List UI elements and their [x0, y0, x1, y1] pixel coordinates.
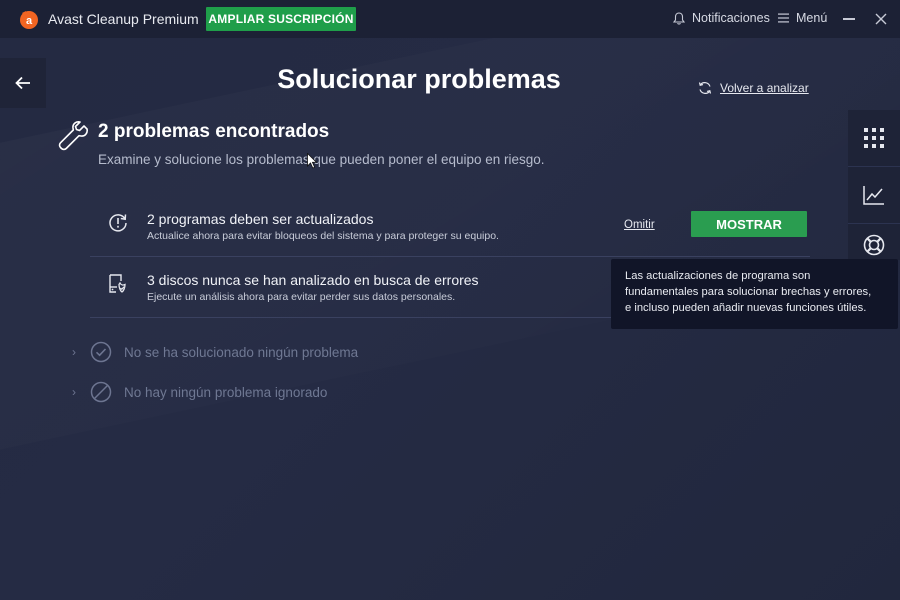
- hamburger-icon: [778, 13, 789, 23]
- refresh-icon: [698, 82, 712, 94]
- issue-title: 2 programas deben ser actualizados: [147, 211, 374, 227]
- tooltip-line: fundamentales para solucionar brechas y …: [625, 286, 872, 298]
- app-window: a Avast Cleanup Premium AMPLIAR SUSCRIPC…: [0, 0, 900, 600]
- section-label: No hay ningún problema ignorado: [124, 384, 328, 400]
- rescan-link[interactable]: Volver a analizar: [697, 80, 809, 96]
- side-panel: [848, 110, 900, 260]
- blocked-circle-icon: [90, 381, 112, 403]
- performance-button[interactable]: [848, 167, 900, 223]
- upgrade-subscription-button[interactable]: AMPLIAR SUSCRIPCIÓN: [206, 7, 356, 31]
- issue-description: Actualice ahora para evitar bloqueos del…: [147, 230, 499, 242]
- disk-check-icon: [109, 274, 126, 293]
- problems-found-title: 2 problemas encontrados: [98, 121, 330, 142]
- grid-icon: [864, 128, 884, 148]
- app-title: Avast Cleanup Premium: [48, 11, 199, 27]
- rescan-label: Volver a analizar: [720, 81, 809, 95]
- menu-button[interactable]: Menú: [778, 11, 827, 25]
- divider: [90, 256, 810, 257]
- show-button[interactable]: MOSTRAR: [691, 211, 807, 237]
- bell-icon: [673, 11, 685, 25]
- notifications-label: Notificaciones: [692, 11, 770, 25]
- tooltip: Las actualizaciones de programa son fund…: [611, 259, 898, 329]
- chart-icon: [863, 186, 884, 205]
- chevron-right-icon: ›: [72, 345, 76, 359]
- menu-label: Menú: [796, 11, 828, 25]
- svg-text:a: a: [26, 15, 33, 27]
- notifications-button[interactable]: Notificaciones: [673, 11, 770, 25]
- issue-description: Ejecute un análisis ahora para evitar pe…: [147, 291, 456, 303]
- tooltip-line: e incluso pueden añadir nuevas funciones…: [625, 302, 867, 314]
- issue-title: 3 discos nunca se han analizado en busca…: [147, 272, 479, 288]
- skip-link[interactable]: Omitir: [624, 219, 655, 231]
- avast-logo-icon: a: [20, 11, 38, 29]
- mouse-cursor-icon: [307, 153, 317, 169]
- lifebuoy-icon: [863, 234, 885, 256]
- check-circle-icon: [90, 341, 112, 363]
- issue-row-outdated-programs: 2 programas deben ser actualizados Actua…: [90, 197, 810, 257]
- tooltip-line: Las actualizaciones de programa son: [625, 270, 811, 282]
- close-icon[interactable]: [874, 12, 888, 26]
- chevron-right-icon: ›: [72, 385, 76, 399]
- section-ignored-problems[interactable]: › No hay ningún problema ignorado: [72, 381, 327, 403]
- wrench-icon: [58, 121, 88, 151]
- support-button[interactable]: [848, 224, 900, 260]
- problems-found-subtitle: Examine y solucione los problemas que pu…: [98, 152, 545, 167]
- section-resolved-problems[interactable]: › No se ha solucionado ningún problema: [72, 341, 358, 363]
- minimize-icon[interactable]: [843, 18, 855, 20]
- update-icon: [109, 214, 127, 232]
- section-label: No se ha solucionado ningún problema: [124, 344, 359, 360]
- all-tools-button[interactable]: [848, 110, 900, 166]
- title-bar: a Avast Cleanup Premium AMPLIAR SUSCRIPC…: [0, 0, 900, 38]
